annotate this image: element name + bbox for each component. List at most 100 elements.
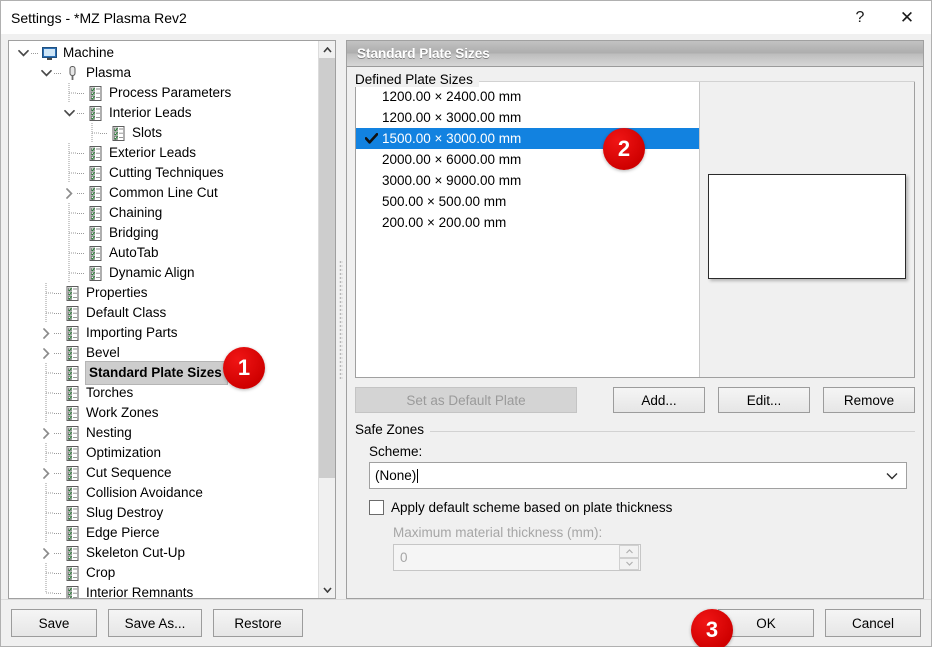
max-thickness-value: 0 bbox=[400, 550, 408, 565]
tree-branch-line bbox=[38, 383, 54, 403]
tree-scroll-thumb[interactable] bbox=[319, 58, 335, 478]
chevron-right-icon[interactable] bbox=[38, 423, 54, 443]
tree-item-plasma[interactable]: Plasma bbox=[9, 63, 318, 83]
tree-item-dynamic-align[interactable]: Dynamic Align bbox=[9, 263, 318, 283]
checklist-icon bbox=[64, 345, 81, 362]
remove-plate-button[interactable]: Remove bbox=[823, 387, 915, 413]
tree-item-skeleton-cut-up[interactable]: Skeleton Cut-Up bbox=[9, 543, 318, 563]
chevron-down-icon[interactable] bbox=[61, 103, 77, 123]
chevron-right-icon[interactable] bbox=[38, 463, 54, 483]
tree-connector bbox=[54, 403, 64, 423]
plate-size-item[interactable]: 2000.00 × 6000.00 mm bbox=[356, 149, 699, 170]
tree-item-standard-plate-sizes[interactable]: Standard Plate Sizes bbox=[9, 362, 318, 384]
default-plate-check-icon bbox=[362, 133, 380, 144]
tree-item-torches[interactable]: Torches bbox=[9, 383, 318, 403]
settings-tree[interactable]: Machine Plasma Process Parameters Interior … bbox=[9, 41, 318, 598]
tree-item-label: Collision Avoidance bbox=[86, 485, 203, 500]
panel-title: Standard Plate Sizes bbox=[347, 41, 923, 67]
tree-item-label: Default Class bbox=[86, 305, 167, 320]
apply-default-scheme-label: Apply default scheme based on plate thic… bbox=[391, 500, 673, 515]
save-as-button[interactable]: Save As... bbox=[108, 609, 202, 637]
tree-item-cutting-techniques[interactable]: Cutting Techniques bbox=[9, 163, 318, 183]
tree-item-autotab[interactable]: AutoTab bbox=[9, 243, 318, 263]
tree-item-cut-sequence[interactable]: Cut Sequence bbox=[9, 463, 318, 483]
tree-connector bbox=[77, 263, 87, 283]
tree-item-interior-remnants[interactable]: Interior Remnants bbox=[9, 583, 318, 598]
monitor-icon bbox=[41, 45, 58, 62]
tree-connector bbox=[54, 283, 64, 303]
plate-size-item[interactable]: 500.00 × 500.00 mm bbox=[356, 191, 699, 212]
scheme-select[interactable]: (None) bbox=[369, 462, 907, 489]
annotation-badge-1: 1 bbox=[223, 347, 265, 389]
restore-button[interactable]: Restore bbox=[213, 609, 303, 637]
tree-connector bbox=[54, 63, 64, 83]
tree-item-nesting[interactable]: Nesting bbox=[9, 423, 318, 443]
panel-splitter[interactable] bbox=[336, 40, 346, 599]
tree-item-interior-leads[interactable]: Interior Leads bbox=[9, 103, 318, 123]
chevron-right-icon[interactable] bbox=[38, 323, 54, 343]
tree-item-default-class[interactable]: Default Class bbox=[9, 303, 318, 323]
plate-size-item[interactable]: 3000.00 × 9000.00 mm bbox=[356, 170, 699, 191]
tree-item-common-line-cut[interactable]: Common Line Cut bbox=[9, 183, 318, 203]
chevron-down-icon[interactable] bbox=[38, 63, 54, 83]
tree-item-work-zones[interactable]: Work Zones bbox=[9, 403, 318, 423]
scroll-down-icon[interactable] bbox=[319, 581, 335, 598]
plate-size-item[interactable]: 1500.00 × 3000.00 mm bbox=[356, 128, 699, 149]
chevron-right-icon[interactable] bbox=[38, 543, 54, 563]
chevron-right-icon[interactable] bbox=[38, 343, 54, 363]
plate-size-item[interactable]: 1200.00 × 3000.00 mm bbox=[356, 107, 699, 128]
tree-item-label: Crop bbox=[86, 565, 116, 580]
stepper-up-icon[interactable] bbox=[619, 545, 639, 558]
help-icon[interactable]: ? bbox=[837, 1, 883, 34]
stepper-down-icon[interactable] bbox=[619, 557, 639, 570]
tree-item-slots[interactable]: Slots bbox=[9, 123, 318, 143]
tree-item-slug-destroy[interactable]: Slug Destroy bbox=[9, 503, 318, 523]
set-as-default-plate-button[interactable]: Set as Default Plate bbox=[355, 387, 577, 413]
scroll-up-icon[interactable] bbox=[319, 41, 335, 58]
tree-item-bridging[interactable]: Bridging bbox=[9, 223, 318, 243]
close-icon[interactable]: ✕ bbox=[883, 1, 931, 34]
apply-default-scheme-row[interactable]: Apply default scheme based on plate thic… bbox=[369, 500, 915, 515]
chevron-down-icon[interactable] bbox=[886, 472, 898, 480]
tree-item-collision-avoidance[interactable]: Collision Avoidance bbox=[9, 483, 318, 503]
edit-plate-button[interactable]: Edit... bbox=[718, 387, 810, 413]
plate-size-item[interactable]: 1200.00 × 2400.00 mm bbox=[356, 86, 699, 107]
apply-default-scheme-checkbox[interactable] bbox=[369, 500, 384, 515]
tree-item-label: Skeleton Cut-Up bbox=[86, 545, 186, 560]
tree-item-machine[interactable]: Machine bbox=[9, 43, 318, 63]
tree-item-bevel[interactable]: Bevel bbox=[9, 343, 318, 363]
tree-item-label: Torches bbox=[86, 385, 134, 400]
add-plate-button[interactable]: Add... bbox=[613, 387, 705, 413]
checklist-icon bbox=[64, 405, 81, 422]
save-button[interactable]: Save bbox=[11, 609, 97, 637]
tree-item-importing-parts[interactable]: Importing Parts bbox=[9, 323, 318, 343]
max-thickness-stepper[interactable]: 0 bbox=[393, 544, 641, 571]
tree-connector bbox=[77, 183, 87, 203]
checklist-icon bbox=[64, 485, 81, 502]
tree-branch-line bbox=[38, 563, 54, 583]
plate-size-item[interactable]: 200.00 × 200.00 mm bbox=[356, 212, 699, 233]
plate-size-list[interactable]: 1200.00 × 2400.00 mm 1200.00 × 3000.00 mm… bbox=[356, 82, 699, 377]
tree-item-chaining[interactable]: Chaining bbox=[9, 203, 318, 223]
checklist-icon bbox=[64, 285, 81, 302]
chevron-down-icon[interactable] bbox=[15, 43, 31, 63]
chevron-right-icon[interactable] bbox=[61, 183, 77, 203]
tree-item-exterior-leads[interactable]: Exterior Leads bbox=[9, 143, 318, 163]
tree-item-edge-pierce[interactable]: Edge Pierce bbox=[9, 523, 318, 543]
tree-connector bbox=[54, 563, 64, 583]
tree-connector bbox=[77, 103, 87, 123]
tree-item-optimization[interactable]: Optimization bbox=[9, 443, 318, 463]
stepper-buttons[interactable] bbox=[619, 545, 639, 570]
tree-scrollbar[interactable] bbox=[318, 41, 335, 598]
plate-action-buttons: Set as Default Plate Add... Edit... Remo… bbox=[355, 387, 915, 413]
tree-branch-line bbox=[61, 223, 77, 243]
settings-dialog: Settings - *MZ Plasma Rev2 ? ✕ Machine Pl… bbox=[0, 0, 932, 647]
cancel-button[interactable]: Cancel bbox=[825, 609, 921, 637]
tree-item-properties[interactable]: Properties bbox=[9, 283, 318, 303]
tree-connector bbox=[54, 583, 64, 598]
tree-item-crop[interactable]: Crop bbox=[9, 563, 318, 583]
tree-scroll-track[interactable] bbox=[319, 58, 335, 581]
tree-connector bbox=[54, 463, 64, 483]
tree-item-process-parameters[interactable]: Process Parameters bbox=[9, 83, 318, 103]
tree-item-label: Importing Parts bbox=[86, 325, 178, 340]
